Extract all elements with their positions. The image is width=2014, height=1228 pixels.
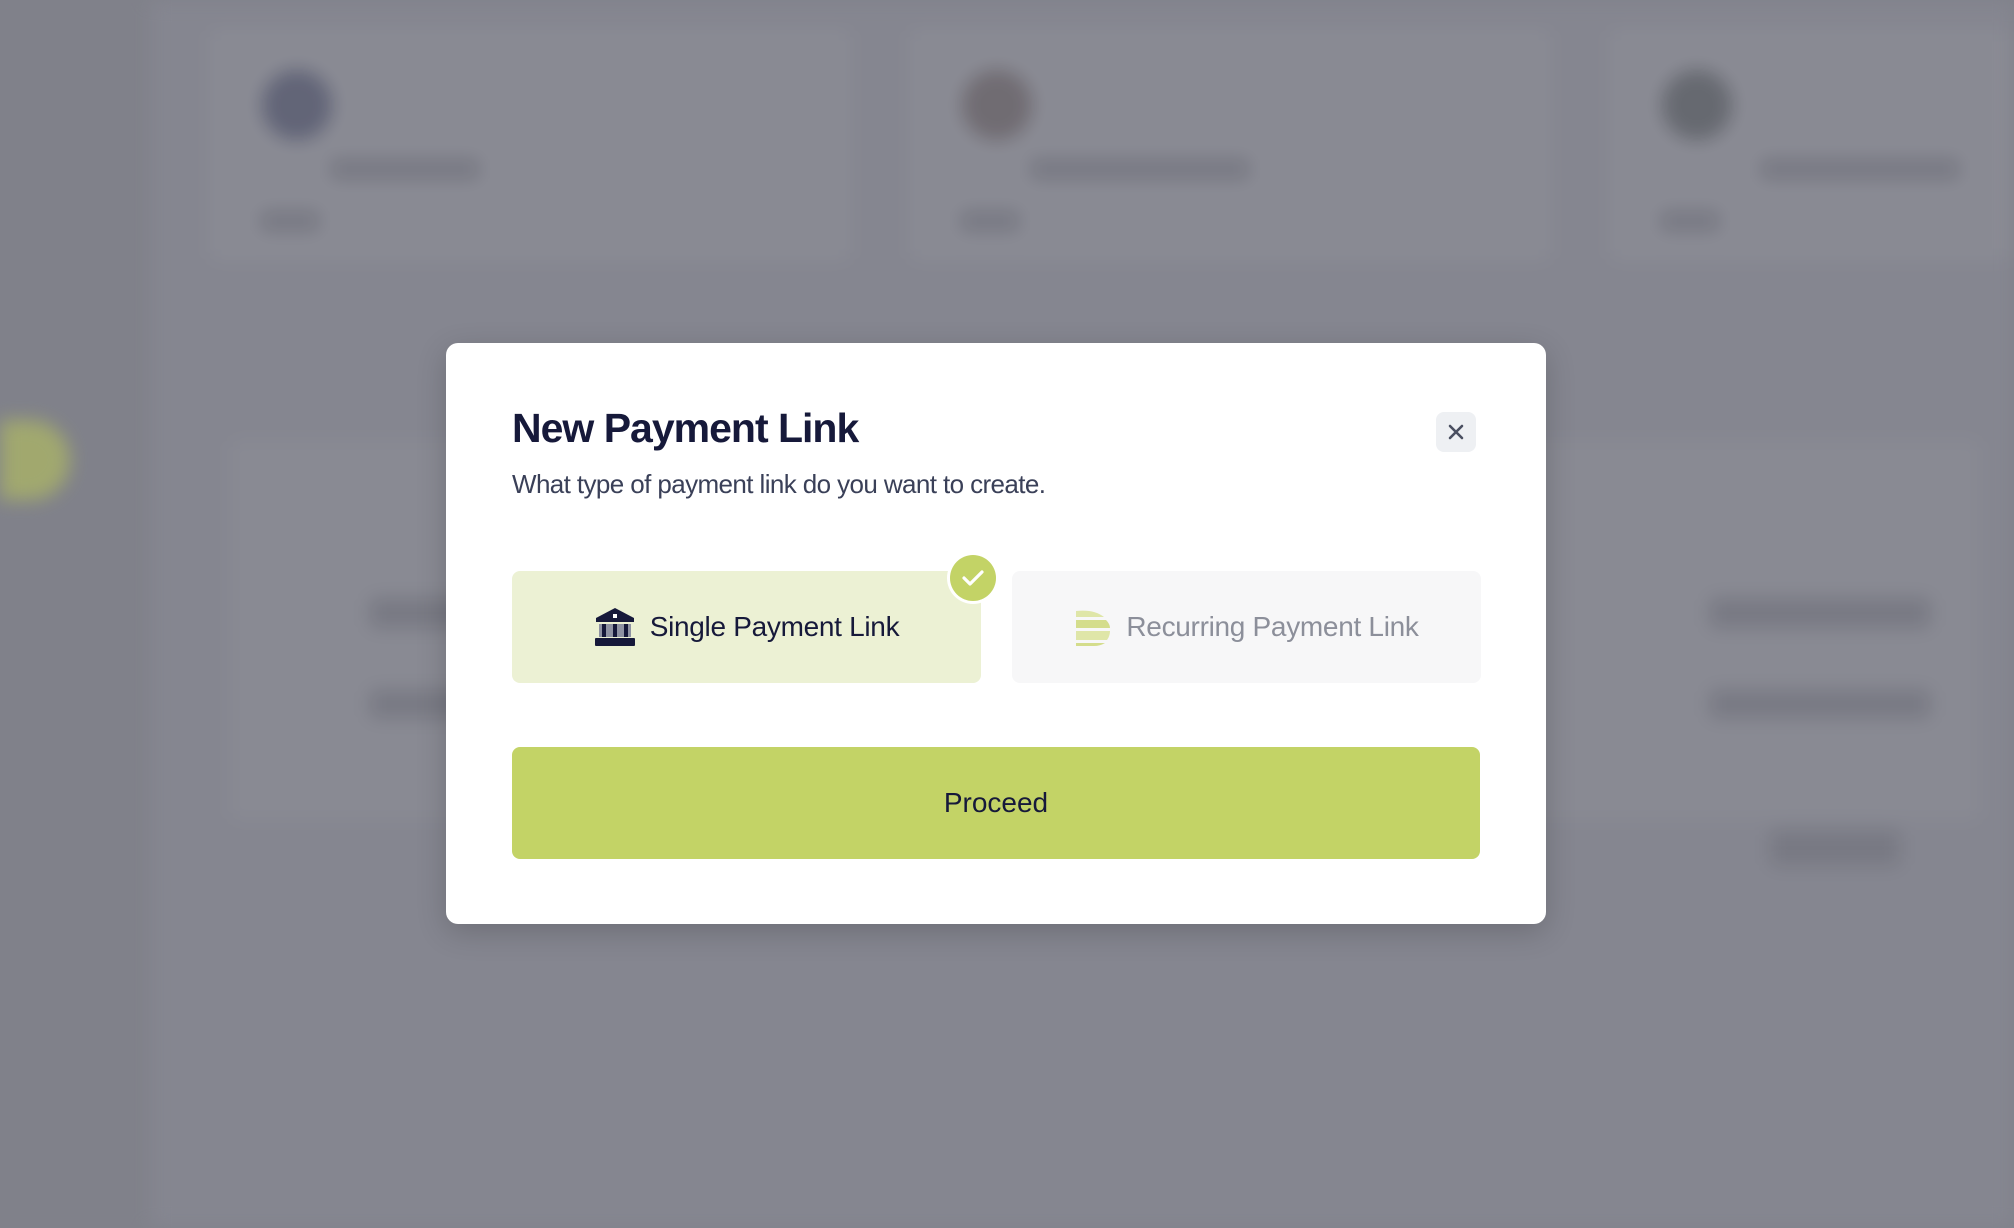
background-avatar: [262, 70, 332, 140]
option-single-payment-link[interactable]: Single Payment Link: [512, 571, 981, 683]
proceed-button[interactable]: Proceed: [512, 747, 1480, 859]
background-text: [1030, 158, 1250, 180]
close-icon: [1448, 424, 1464, 440]
recurring-stack-icon: [1076, 610, 1111, 646]
bank-icon: [594, 608, 635, 646]
new-payment-link-modal: New Payment Link What type of payment li…: [446, 343, 1546, 924]
background-text: [260, 210, 320, 232]
option-label: Single Payment Link: [649, 611, 900, 642]
modal-title: New Payment Link: [512, 405, 859, 451]
background-text: [960, 210, 1020, 232]
close-button[interactable]: [1436, 412, 1476, 452]
selected-check-badge: [950, 555, 996, 601]
background-avatar: [962, 70, 1032, 140]
option-label: Recurring Payment Link: [1126, 611, 1419, 642]
option-recurring-payment-link[interactable]: Recurring Payment Link: [1012, 571, 1481, 683]
modal-subtitle: What type of payment link do you want to…: [512, 469, 1046, 499]
background-button: [1770, 830, 1900, 866]
check-icon: [962, 570, 984, 586]
background-text: [1710, 598, 1930, 628]
background-sidebar-accent: [0, 420, 70, 500]
background-text: [1760, 158, 1960, 180]
background-avatar: [1662, 70, 1732, 140]
background-text: [1710, 690, 1930, 718]
background-text: [1660, 210, 1720, 232]
background-text: [330, 158, 480, 180]
